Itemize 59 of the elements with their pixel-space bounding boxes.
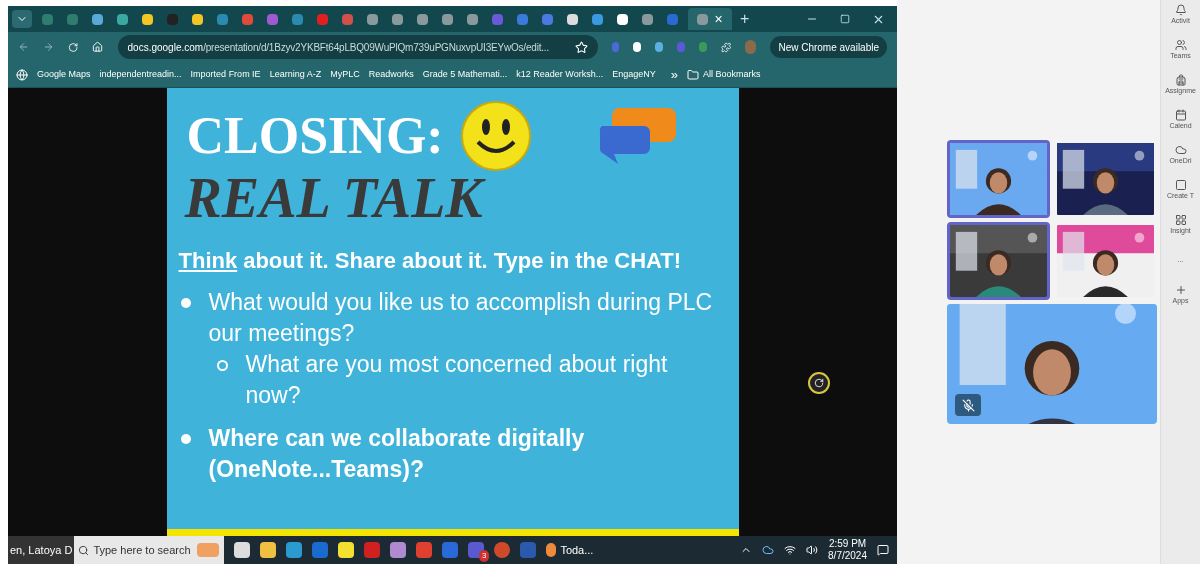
back-icon[interactable] <box>18 40 30 54</box>
wifi-icon[interactable] <box>784 544 797 556</box>
presenter-name: en, Latoya D <box>8 536 75 564</box>
address-bar[interactable]: docs.google.com/presentation/d/1Bzyv2YKBFt64pLBQ09WuPlQm739uPGNuxvpUI3EYwOs/edit... <box>117 35 598 59</box>
taskbar-search-box[interactable]: Type here to search <box>74 536 225 564</box>
home-icon[interactable] <box>92 40 104 54</box>
bookmark-link[interactable]: EngageNY <box>612 67 656 82</box>
notification-badge: 3 <box>478 550 490 562</box>
bookmark-link[interactable]: Google Maps <box>37 67 91 82</box>
tab-search-button[interactable] <box>12 10 32 28</box>
bookmark-link[interactable]: Learning A-Z <box>269 67 322 82</box>
maximize-icon[interactable] <box>840 14 850 24</box>
folder-icon[interactable] <box>686 68 699 81</box>
slide-title: CLOSING: <box>186 110 444 162</box>
taskbar-app-icon[interactable] <box>286 542 303 558</box>
cloud-icon[interactable] <box>762 544 775 556</box>
taskbar-app-icon[interactable] <box>338 542 355 558</box>
bookmark-link[interactable]: k12 Reader Worksh... <box>516 67 604 82</box>
clock-time: 2:59 PM <box>828 538 867 550</box>
weather-widget[interactable]: Toda... <box>546 541 594 559</box>
forward-icon[interactable] <box>43 40 55 54</box>
globe-icon[interactable] <box>16 68 28 81</box>
extension-icon[interactable] <box>633 42 642 52</box>
bookmark-link[interactable]: independentreadin... <box>99 67 182 82</box>
extension-icon[interactable] <box>655 42 664 52</box>
bookmark-link[interactable]: Readworks <box>368 67 414 82</box>
bullet-text: What would you like us to accomplish during PLC our meetings? <box>208 288 714 348</box>
prompt-text: about it. Share about it. Type in the CHAT! <box>243 247 682 275</box>
taskbar-app-icon[interactable] <box>234 542 251 558</box>
bookmark-link[interactable]: MyPLC <box>330 67 360 82</box>
swap-icon[interactable] <box>808 372 830 394</box>
bullet-icon <box>180 298 191 308</box>
close-tab-button[interactable]: × <box>714 8 723 30</box>
extensions-icon[interactable] <box>721 40 732 54</box>
notifications-icon[interactable] <box>877 544 889 556</box>
bullet-icon <box>180 434 191 444</box>
bullet-text: Where can we collaborate digitally (OneNote...Teams)? <box>208 424 586 484</box>
bookmark-link[interactable]: Imported From IE <box>190 67 261 82</box>
search-field[interactable]: Type here to search <box>93 541 194 559</box>
all-bookmarks-link[interactable]: All Bookmarks <box>702 67 761 82</box>
clock-date: 8/7/2024 <box>828 550 867 562</box>
taskbar-app-icon[interactable] <box>390 542 407 558</box>
update-button[interactable]: New Chrome available <box>770 36 887 58</box>
reload-icon[interactable] <box>68 40 79 54</box>
slide-subtitle: REAL TALK <box>184 170 739 226</box>
bullet-icon <box>216 360 228 371</box>
bullet-text: What are you most concerned about right now? <box>245 350 669 410</box>
more-bookmarks-button[interactable]: » <box>670 64 678 85</box>
prompt-keyword: Think <box>178 247 238 275</box>
new-tab-button[interactable]: + <box>740 7 750 31</box>
url-path: /presentation/d/1Bzyv2YKBFt64pLBQ09WuPlQm739uPGNuxvpUI3EYwOs/edit... <box>203 40 549 55</box>
url-host: docs.google.com <box>127 40 204 55</box>
taskbar-app-icon[interactable] <box>260 542 277 558</box>
bookmark-star-icon[interactable] <box>574 40 588 54</box>
bookmark-link[interactable]: Grade 5 Mathemati... <box>422 67 508 82</box>
smiley-icon <box>459 100 532 172</box>
volume-icon[interactable] <box>806 544 819 556</box>
browser-tab[interactable]: × <box>688 8 732 30</box>
search-icon <box>78 544 90 556</box>
